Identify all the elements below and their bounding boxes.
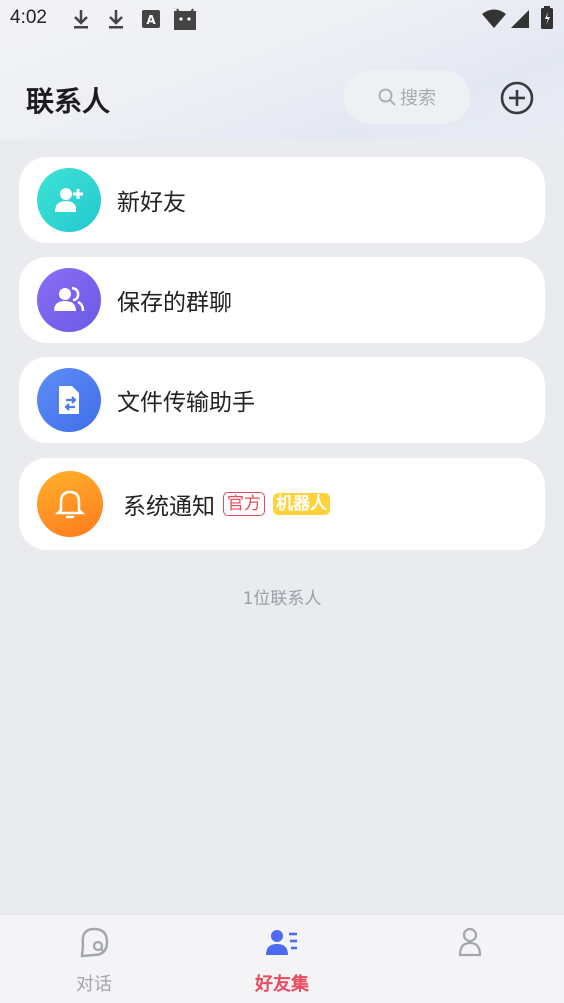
search-icon <box>378 88 396 106</box>
search-input[interactable]: 搜索 <box>344 70 470 124</box>
group-icon <box>37 268 101 332</box>
tab-chat[interactable]: 对话 <box>0 915 188 1003</box>
new-friends-label: 新好友 <box>117 190 186 216</box>
status-time: 4:02 <box>10 7 47 28</box>
system-notification-label: 系统通知 <box>123 494 215 520</box>
saved-groups-item[interactable]: 保存的群聊 <box>19 257 545 343</box>
svg-text:A: A <box>146 13 156 27</box>
android-icon <box>174 8 196 30</box>
add-icon[interactable] <box>498 79 536 117</box>
battery-icon <box>541 6 553 29</box>
status-bar: 4:02 A <box>0 0 564 40</box>
file-transfer-label: 文件传输助手 <box>117 390 255 416</box>
file-transfer-icon <box>37 368 101 432</box>
font-a-icon: A <box>142 10 160 28</box>
chat-icon <box>80 927 109 958</box>
bottom-nav: 对话 好友集 <box>0 914 564 1003</box>
cellular-signal-icon <box>511 10 529 28</box>
file-transfer-item[interactable]: 文件传输助手 <box>19 357 545 443</box>
system-notification-item[interactable]: 系统通知 官方 机器人 <box>19 458 545 550</box>
tab-chat-label: 对话 <box>76 974 112 995</box>
saved-groups-label: 保存的群聊 <box>117 290 232 316</box>
wifi-icon <box>482 9 506 28</box>
new-friends-item[interactable]: 新好友 <box>19 157 545 243</box>
search-placeholder: 搜索 <box>400 88 436 109</box>
bot-badge: 机器人 <box>273 493 330 515</box>
contact-count: 1位联系人 <box>242 589 322 609</box>
contacts-icon <box>266 930 297 955</box>
tab-contacts[interactable]: 好友集 <box>188 915 376 1003</box>
download-icon <box>109 10 123 29</box>
tab-profile[interactable] <box>376 915 564 1003</box>
download-icon <box>74 10 88 29</box>
bell-icon <box>37 471 103 537</box>
official-badge: 官方 <box>223 492 265 516</box>
tab-contacts-label: 好友集 <box>255 974 309 995</box>
add-user-icon <box>37 168 101 232</box>
page-title: 联系人 <box>26 85 111 118</box>
profile-icon <box>458 927 482 957</box>
